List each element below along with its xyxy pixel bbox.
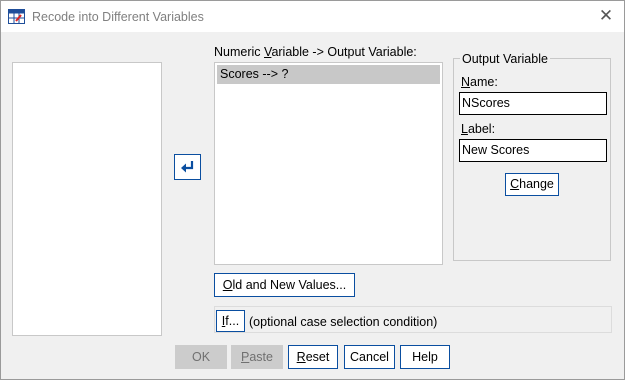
old-and-new-values-button[interactable]: Old and New Values... (214, 273, 355, 297)
title-bar: Recode into Different Variables ✕ (1, 1, 624, 32)
mapping-list-item[interactable]: Scores --> ? (217, 65, 440, 84)
numeric-output-mapping-list[interactable]: Scores --> ? (214, 62, 443, 265)
source-variable-list[interactable] (12, 62, 162, 336)
reset-button[interactable]: Reset (288, 345, 338, 369)
dialog-window: Recode into Different Variables ✕ Numeri… (0, 0, 625, 380)
change-button[interactable]: Change (505, 173, 559, 196)
name-label: Name: (461, 75, 498, 89)
help-button[interactable]: Help (400, 345, 450, 369)
move-variable-button[interactable] (174, 154, 201, 180)
paste-button[interactable]: Paste (231, 345, 283, 369)
output-variable-group-title: Output Variable (460, 52, 550, 66)
close-icon[interactable]: ✕ (596, 6, 616, 26)
case-selection-text: (optional case selection condition) (249, 315, 438, 329)
cancel-button[interactable]: Cancel (344, 345, 395, 369)
move-arrow-icon (181, 161, 194, 173)
window-title: Recode into Different Variables (32, 10, 204, 24)
spss-app-icon (8, 9, 25, 24)
label-field[interactable]: New Scores (459, 139, 607, 162)
name-field[interactable]: NScores (459, 92, 607, 115)
if-button[interactable]: If... (216, 310, 245, 332)
ok-button[interactable]: OK (175, 345, 227, 369)
label-label: Label: (461, 122, 496, 136)
mapping-heading: Numeric Variable -> Output Variable: (214, 45, 417, 59)
